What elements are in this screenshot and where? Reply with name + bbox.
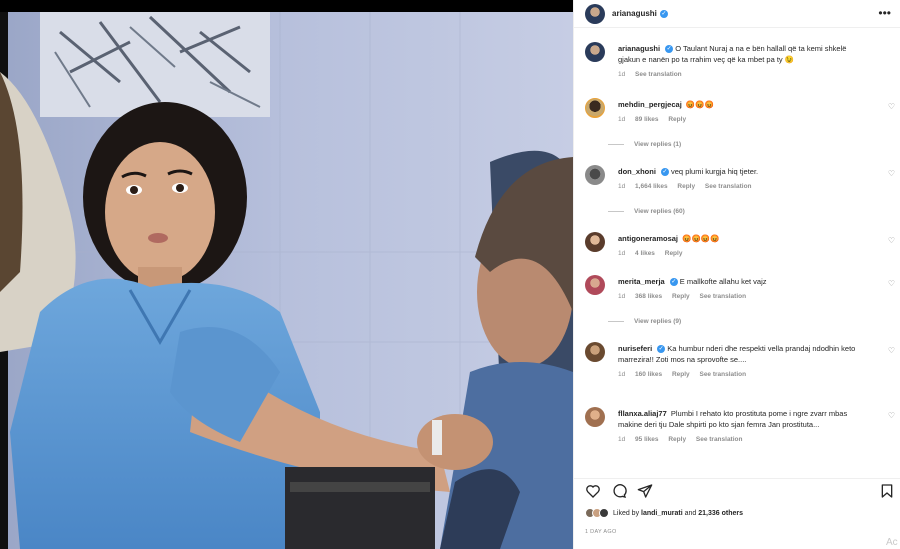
see-translation-link[interactable]: See translation <box>699 371 746 378</box>
view-replies-label[interactable]: View replies (1) <box>634 141 681 148</box>
divider-line <box>608 144 624 145</box>
comment-time: 1d <box>618 436 626 443</box>
comment-username[interactable]: fllanxa.aliaj77 <box>618 409 667 418</box>
commenter-avatar[interactable] <box>585 342 605 362</box>
comment-body: antigoneramosaj 😡😡😡😡 1d 4 likes Reply <box>618 233 868 259</box>
comment-bubble-icon[interactable] <box>611 483 627 499</box>
comment-time: 1d <box>618 183 626 190</box>
post-header: arianagushi ✓ ••• <box>574 0 900 28</box>
comment-meta: 1d 160 likes Reply See translation <box>618 369 868 380</box>
reply-button[interactable]: Reply <box>672 293 690 300</box>
comment-likes[interactable]: 95 likes <box>635 436 659 443</box>
verified-badge-icon: ✓ <box>659 9 668 18</box>
like-comment-heart-icon[interactable]: ♡ <box>888 346 895 355</box>
comment-likes[interactable]: 368 likes <box>635 293 662 300</box>
comment-text: 😡😡😡😡 <box>682 234 720 243</box>
post-side-panel: arianagushi ✓ ••• arianagushi ✓ O Taulant… <box>573 0 900 549</box>
comment-time: 1d <box>618 250 626 257</box>
comment-time: 1d <box>618 371 626 378</box>
comment-body: merita_merja ✓ E mallkofte allahu ket vaj… <box>618 276 868 302</box>
like-comment-heart-icon[interactable]: ♡ <box>888 102 895 111</box>
divider-line <box>608 211 624 212</box>
reply-button[interactable]: Reply <box>677 183 695 190</box>
verified-badge-icon: ✓ <box>657 345 666 354</box>
author-avatar[interactable] <box>585 42 605 62</box>
likes-prefix: Liked by <box>613 509 640 517</box>
comment-body: nuriseferi ✓ Ka humbur nderi dhe respekti… <box>618 343 868 380</box>
likes-summary[interactable]: Liked by landi_murati and 21,336 others <box>585 508 743 518</box>
comment-username[interactable]: antigoneramosaj <box>618 234 678 243</box>
post-video[interactable] <box>0 12 573 549</box>
comment-username[interactable]: don_xhoni <box>618 167 656 176</box>
view-replies-button[interactable]: View replies (9) <box>608 318 681 325</box>
comment-likes[interactable]: 1,664 likes <box>635 183 668 190</box>
post-actions-bar <box>574 478 900 500</box>
author-avatar[interactable] <box>585 3 605 24</box>
comment-meta: 1d 4 likes Reply <box>618 248 868 259</box>
comment-likes[interactable]: 4 likes <box>635 250 655 257</box>
like-heart-icon[interactable] <box>585 483 601 499</box>
like-comment-heart-icon[interactable]: ♡ <box>888 411 895 420</box>
more-options-icon[interactable]: ••• <box>878 6 891 20</box>
commenter-avatar[interactable] <box>585 98 605 118</box>
reply-button[interactable]: Reply <box>668 436 686 443</box>
reply-button[interactable]: Reply <box>672 371 690 378</box>
share-paper-plane-icon[interactable] <box>637 483 653 499</box>
verified-badge-icon: ✓ <box>665 45 674 54</box>
like-comment-heart-icon[interactable]: ♡ <box>888 169 895 178</box>
comment-username[interactable]: mehdin_pergjecaj <box>618 100 682 109</box>
caption-username[interactable]: arianagushi <box>618 44 660 53</box>
comment-text: veq plumi kurgja hiq tjeter. <box>671 167 759 176</box>
commenter-avatar[interactable] <box>585 275 605 295</box>
see-translation-link[interactable]: See translation <box>705 183 752 190</box>
see-translation-link[interactable]: See translation <box>696 436 743 443</box>
save-bookmark-icon[interactable] <box>879 483 895 499</box>
like-comment-heart-icon[interactable]: ♡ <box>888 279 895 288</box>
comment-text: Ka humbur nderi dhe respekti vella prand… <box>618 344 856 364</box>
watermark-text: Ac <box>886 537 898 548</box>
divider-line <box>608 321 624 322</box>
comment-meta: 1d 89 likes Reply <box>618 114 868 125</box>
commenter-avatar[interactable] <box>585 165 605 185</box>
commenter-avatar[interactable] <box>585 407 605 427</box>
likes-text: Liked by landi_murati and 21,336 others <box>613 510 743 517</box>
like-comment-heart-icon[interactable]: ♡ <box>888 236 895 245</box>
comment-meta: 1d 1,664 likes Reply See translation <box>618 181 868 192</box>
comment-text: 😡😡😡 <box>685 100 714 109</box>
comment-body: fllanxa.aliaj77 Plumbi I rehato kto pros… <box>618 408 868 445</box>
liker-username[interactable]: landi_murati <box>641 510 683 517</box>
comment-time: 1d <box>618 116 626 123</box>
caption-meta: 1d See translation <box>618 69 868 80</box>
likes-and: and <box>684 509 697 517</box>
comment-body: don_xhoni ✓ veq plumi kurgja hiq tjeter. … <box>618 166 868 192</box>
comment-username[interactable]: merita_merja <box>618 277 665 286</box>
author-username[interactable]: arianagushi <box>612 9 657 18</box>
view-replies-button[interactable]: View replies (1) <box>608 141 681 148</box>
see-translation-link[interactable]: See translation <box>635 71 682 78</box>
liker-avatar <box>599 508 609 518</box>
comments-list[interactable]: arianagushi ✓ O Taulant Nuraj a na e bën … <box>574 36 900 472</box>
comment-username[interactable]: nuriseferi <box>618 344 652 353</box>
reply-button[interactable]: Reply <box>668 116 686 123</box>
verified-badge-icon: ✓ <box>660 168 669 177</box>
comment-likes[interactable]: 89 likes <box>635 116 659 123</box>
post-date: 1 DAY AGO <box>585 529 617 535</box>
commenter-avatar[interactable] <box>585 232 605 252</box>
see-translation-link[interactable]: See translation <box>699 293 746 300</box>
likes-count[interactable]: 21,336 others <box>698 510 743 517</box>
verified-badge-icon: ✓ <box>669 278 678 287</box>
view-replies-button[interactable]: View replies (60) <box>608 208 685 215</box>
comment-likes[interactable]: 160 likes <box>635 371 662 378</box>
reply-button[interactable]: Reply <box>665 250 683 257</box>
view-replies-label[interactable]: View replies (9) <box>634 318 681 325</box>
comment-meta: 1d 368 likes Reply See translation <box>618 291 868 302</box>
comment-text: E mallkofte allahu ket vajz <box>679 277 767 286</box>
view-replies-label[interactable]: View replies (60) <box>634 208 685 215</box>
caption-body: arianagushi ✓ O Taulant Nuraj a na e bën … <box>618 43 868 80</box>
comment-body: mehdin_pergjecaj 😡😡😡 1d 89 likes Reply <box>618 99 868 125</box>
comment-time: 1d <box>618 293 626 300</box>
comment-meta: 1d 95 likes Reply See translation <box>618 434 868 445</box>
video-frame-illustration <box>0 12 573 549</box>
caption-time: 1d <box>618 71 626 78</box>
